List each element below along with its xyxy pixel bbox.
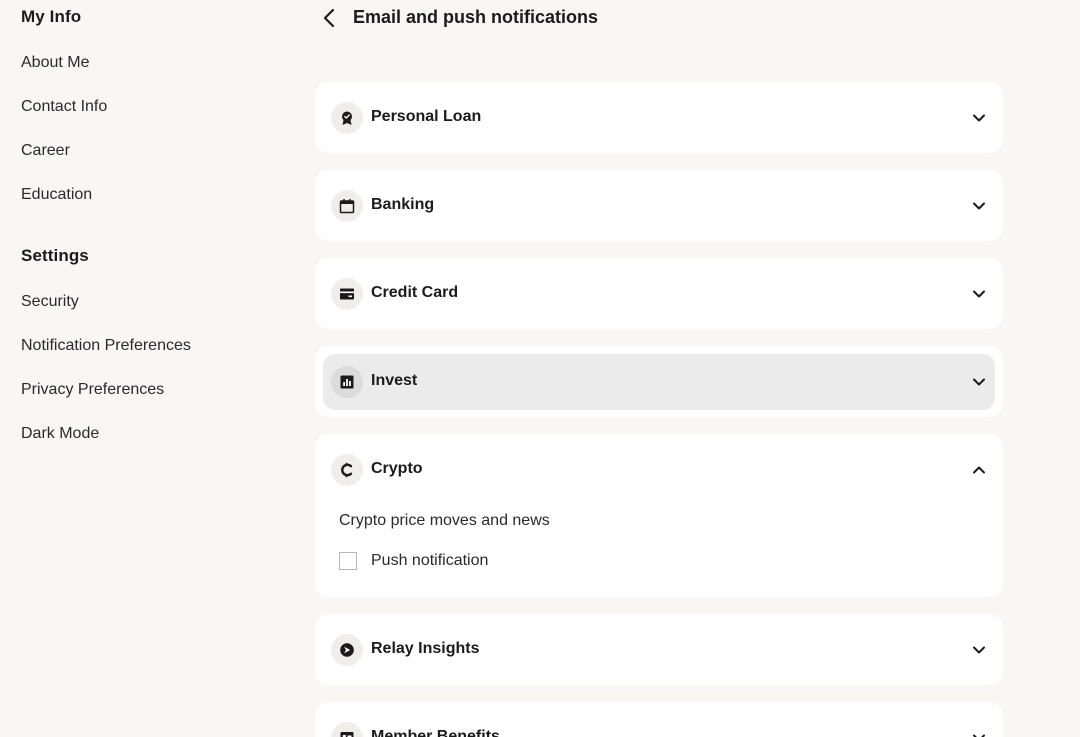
sidebar-item-about-me[interactable]: About Me	[21, 54, 89, 72]
card-list-icon	[340, 732, 354, 737]
push-notification-label: Push notification	[371, 552, 489, 569]
section-label: Personal Loan	[371, 108, 482, 125]
chevron-left-icon	[323, 8, 335, 28]
chevron-down-icon	[973, 378, 985, 386]
crypto-icon	[341, 462, 353, 478]
bar-chart-icon	[340, 375, 354, 389]
section-label: Banking	[371, 196, 435, 213]
my-info-heading: My Info	[21, 7, 82, 26]
chevron-down-icon	[973, 734, 985, 737]
back-button[interactable]	[318, 6, 342, 30]
section-label: Crypto	[371, 460, 423, 477]
section-label: Relay Insights	[371, 640, 480, 657]
badge-icon	[342, 111, 352, 125]
section-card-invest: Invest	[315, 346, 1003, 417]
sidebar-item-privacy-preferences[interactable]: Privacy Preferences	[21, 381, 164, 399]
section-card-crypto: Crypto Crypto price moves and news Push …	[315, 434, 1003, 597]
section-card-credit-card: Credit Card	[315, 258, 1003, 329]
section-label: Member Benefits	[371, 728, 500, 737]
section-card-member-benefits: Member Benefits	[315, 702, 1003, 737]
settings-heading: Settings	[21, 246, 89, 265]
section-card-personal-loan: Personal Loan	[315, 82, 1003, 153]
chevron-down-icon	[973, 114, 985, 122]
relay-icon	[340, 643, 354, 657]
section-header-relay-insights[interactable]: Relay Insights	[323, 622, 995, 678]
section-card-relay-insights: Relay Insights	[315, 614, 1003, 685]
sidebar-item-notification-preferences[interactable]: Notification Preferences	[21, 337, 191, 355]
sidebar-item-dark-mode[interactable]: Dark Mode	[21, 425, 99, 443]
sidebar-item-education[interactable]: Education	[21, 186, 92, 204]
page-title: Email and push notifications	[353, 7, 599, 27]
section-header-banking[interactable]: Banking	[323, 178, 995, 234]
section-card-banking: Banking	[315, 170, 1003, 241]
chevron-down-icon	[973, 290, 985, 298]
sidebar-item-contact-info[interactable]: Contact Info	[21, 98, 107, 116]
section-header-credit-card[interactable]: Credit Card	[323, 266, 995, 322]
section-header-personal-loan[interactable]: Personal Loan	[323, 90, 995, 146]
section-header-member-benefits[interactable]: Member Benefits	[323, 710, 995, 737]
section-label: Credit Card	[371, 284, 459, 301]
section-label: Invest	[371, 372, 418, 389]
credit-card-icon	[340, 288, 354, 300]
sidebar-item-security[interactable]: Security	[21, 293, 79, 311]
calendar-icon	[339, 199, 355, 214]
chevron-down-icon	[973, 646, 985, 654]
chevron-up-icon	[973, 466, 985, 474]
section-header-invest[interactable]: Invest	[323, 354, 995, 410]
sidebar-item-career[interactable]: Career	[21, 142, 70, 160]
crypto-subtitle: Crypto price moves and news	[339, 512, 550, 529]
push-notification-checkbox[interactable]	[339, 552, 357, 570]
section-header-crypto[interactable]: Crypto	[323, 442, 995, 498]
chevron-down-icon	[973, 202, 985, 210]
